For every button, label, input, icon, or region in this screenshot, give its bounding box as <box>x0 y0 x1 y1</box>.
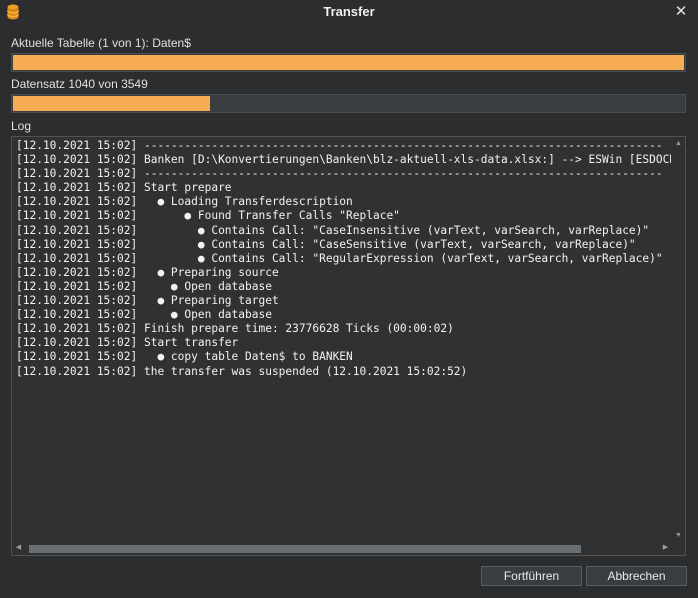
continue-button[interactable]: Fortführen <box>481 566 582 586</box>
close-button[interactable]: ✕ <box>672 3 690 21</box>
log-line: [12.10.2021 15:02] ● Open database <box>16 279 272 293</box>
log-line: [12.10.2021 15:02] Start transfer <box>16 336 239 350</box>
table-progress-fill <box>13 55 684 70</box>
scroll-right-icon[interactable]: ▶ <box>659 541 672 555</box>
scroll-up-icon[interactable]: ▲ <box>672 138 685 150</box>
transfer-dialog: Transfer ✕ Aktuelle Tabelle (1 von 1): D… <box>0 0 698 598</box>
horizontal-scroll-thumb[interactable] <box>29 545 581 553</box>
log-line: [12.10.2021 15:02] the transfer was susp… <box>16 364 468 378</box>
window-title: Transfer <box>323 4 375 19</box>
log-line: [12.10.2021 15:02] ● Contains Call: "Cas… <box>16 223 650 237</box>
scroll-left-icon[interactable]: ◀ <box>12 541 25 555</box>
log-line: [12.10.2021 15:02] ● copy table Daten$ t… <box>16 350 353 364</box>
title-bar: Transfer ✕ <box>0 0 698 26</box>
log-line: [12.10.2021 15:02] ---------------------… <box>16 139 663 152</box>
log-lines: [12.10.2021 15:02] ---------------------… <box>16 139 671 379</box>
vertical-scrollbar[interactable]: ▲ ▼ <box>672 137 685 542</box>
log-line: [12.10.2021 15:02] ● Found Transfer Call… <box>16 209 400 223</box>
log-line: [12.10.2021 15:02] ● Contains Call: "Cas… <box>16 237 636 251</box>
record-progress-bar <box>11 94 686 113</box>
log-line: [12.10.2021 15:02] ● Contains Call: "Reg… <box>16 251 663 265</box>
log-line: [12.10.2021 15:02] ● Open database <box>16 308 272 322</box>
log-line: [12.10.2021 15:02] Banken [D:\Konvertier… <box>16 153 671 167</box>
record-progress-fill <box>13 96 210 111</box>
log-line: [12.10.2021 15:02] ---------------------… <box>16 167 663 181</box>
log-line: [12.10.2021 15:02] Finish prepare time: … <box>16 322 454 336</box>
horizontal-scrollbar[interactable]: ◀ ▶ <box>12 541 685 555</box>
log-line: [12.10.2021 15:02] ● Preparing target <box>16 294 279 308</box>
table-progress-label: Aktuelle Tabelle (1 von 1): Daten$ <box>11 36 191 50</box>
log-label: Log <box>11 119 32 133</box>
log-line: [12.10.2021 15:02] Start prepare <box>16 181 232 195</box>
log-line: [12.10.2021 15:02] ● Loading Transferdes… <box>16 195 353 209</box>
log-output[interactable]: [12.10.2021 15:02] ---------------------… <box>11 136 686 556</box>
table-progress-bar <box>11 53 686 72</box>
log-line: [12.10.2021 15:02] ● Preparing source <box>16 265 279 279</box>
cancel-button[interactable]: Abbrechen <box>586 566 687 586</box>
close-icon: ✕ <box>674 3 688 20</box>
record-progress-label: Datensatz 1040 von 3549 <box>11 77 148 91</box>
